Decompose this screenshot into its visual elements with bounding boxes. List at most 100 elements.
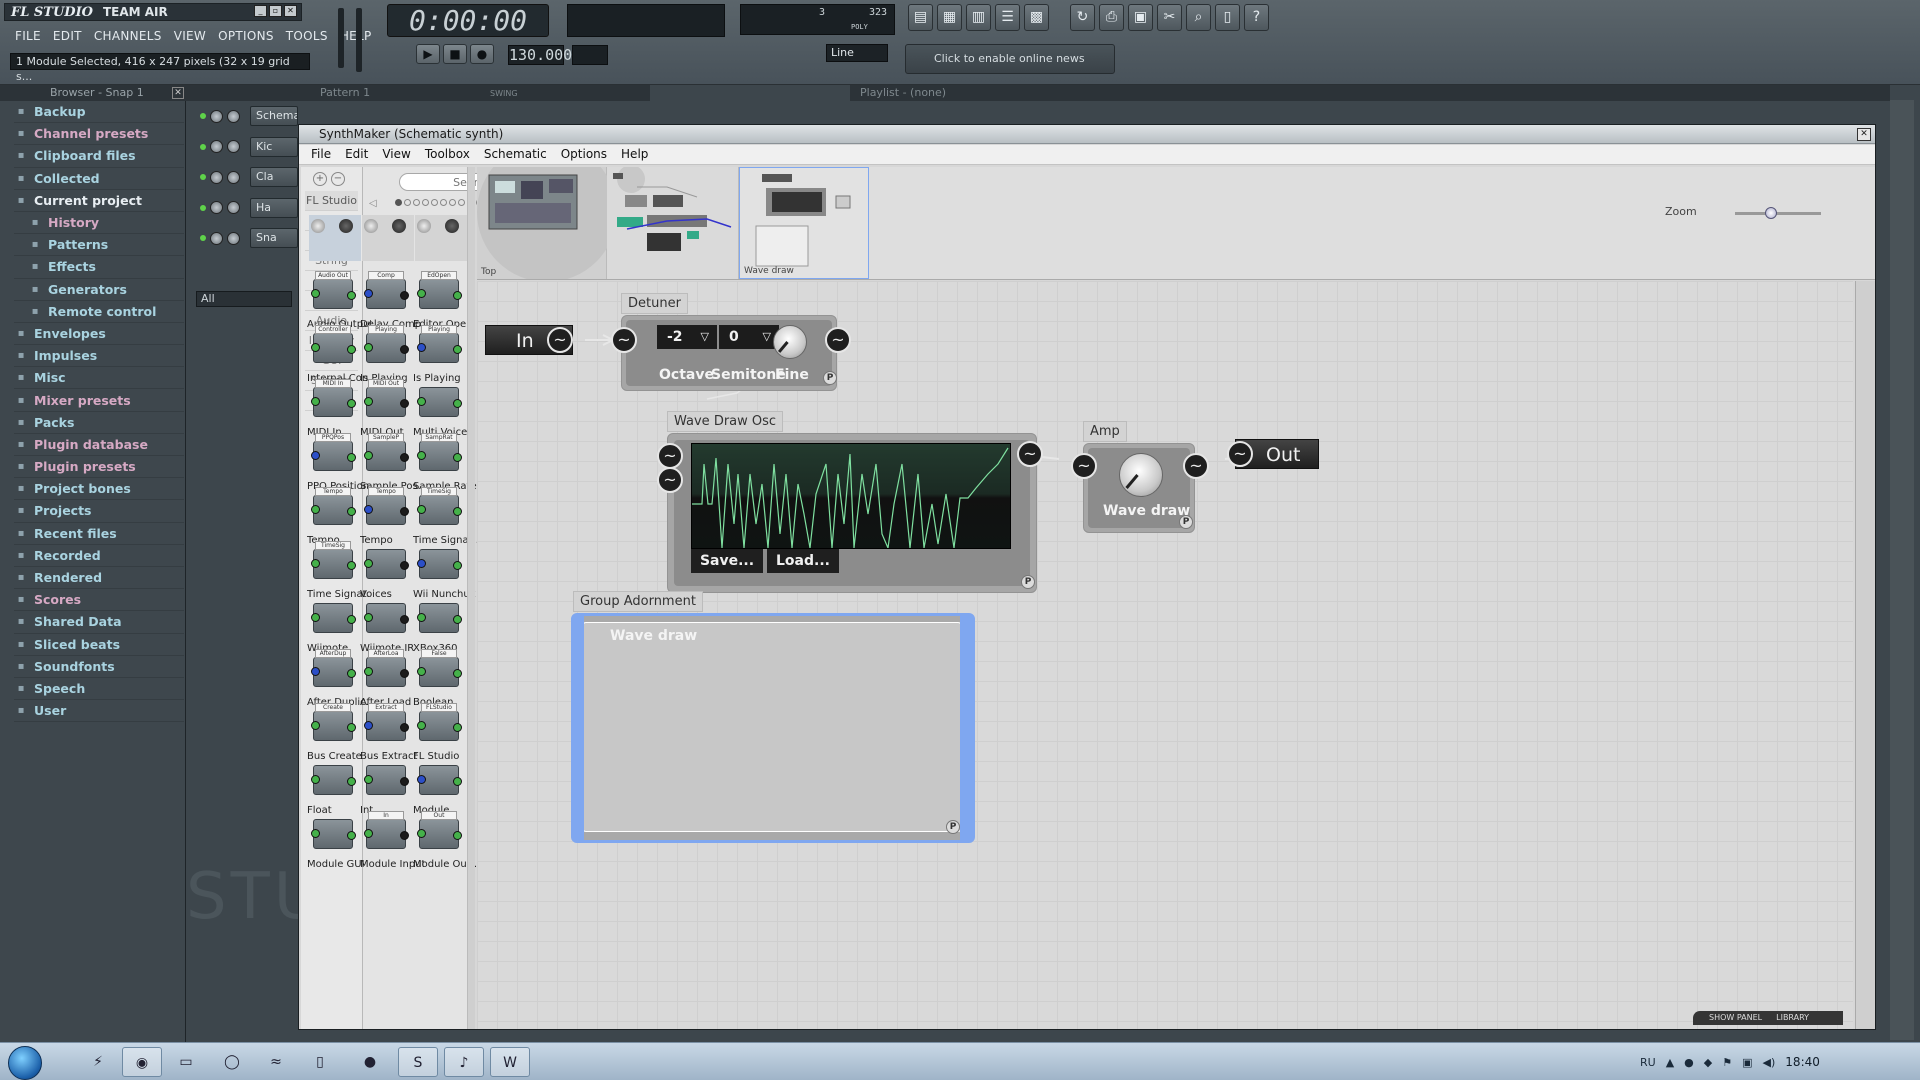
fl-restore-button[interactable]: ▫ (269, 5, 282, 17)
render-icon[interactable]: ▣ (1128, 4, 1153, 31)
tray-app-icon[interactable]: ● (1684, 1056, 1694, 1069)
channel-button[interactable]: Sna (250, 228, 298, 249)
wave-osc-input2-connector-icon[interactable]: ~ (657, 467, 683, 493)
schematic-scrollbar[interactable] (1855, 281, 1875, 1029)
browser-item[interactable]: ▪ Generators (14, 279, 184, 301)
channel-mute-led[interactable] (200, 235, 206, 242)
browser-item[interactable]: ▪ Impulses (14, 345, 184, 368)
browser-item[interactable]: ▪ Speech (14, 678, 184, 701)
wave-osc-input1-connector-icon[interactable]: ~ (657, 443, 683, 469)
menu-view[interactable]: VIEW (169, 28, 211, 44)
step-edit-toggles[interactable] (630, 45, 816, 75)
show-panel-button[interactable]: SHOW PANEL (1709, 1011, 1762, 1025)
pattern-number-display[interactable] (572, 45, 608, 65)
browser-item[interactable]: ▪ Channel presets (14, 123, 184, 146)
sm-menu-edit[interactable]: Edit (339, 145, 374, 164)
sm-menu-schematic[interactable]: Schematic (478, 145, 553, 164)
sm-menu-toolbox[interactable]: Toolbox (419, 145, 476, 164)
taskbar-app-icon-5[interactable]: ≈ (256, 1047, 296, 1077)
toolbox-scrollbar[interactable] (467, 167, 475, 1029)
browser-item[interactable]: ▪ Envelopes (14, 323, 184, 346)
toolbox-component[interactable]: Module GUI (307, 809, 365, 875)
browser-item[interactable]: ▪ Current project (14, 190, 184, 212)
tray-volume-icon[interactable]: ◀) (1763, 1056, 1776, 1069)
nav-thumb-schematic[interactable] (607, 167, 739, 279)
browser-item[interactable]: ▪ Soundfonts (14, 656, 184, 678)
out-input-connector-icon[interactable]: ~ (1227, 441, 1253, 467)
toolbox-component[interactable]: Out Module Out... (413, 809, 477, 875)
zoom-slider-thumb[interactable] (1765, 207, 1777, 219)
play-button[interactable]: ▶ (416, 44, 440, 64)
browser-item[interactable]: ▪ History (14, 212, 184, 235)
channel-button[interactable]: Ha (250, 197, 298, 218)
channel-pan-knob[interactable] (227, 170, 240, 184)
channel-volume-knob[interactable] (210, 109, 223, 123)
in-output-connector-icon[interactable]: ~ (547, 327, 573, 353)
octave-dropdown[interactable]: -2 ▽ (657, 325, 717, 349)
browser-item[interactable]: ▪ Recent files (14, 523, 184, 545)
stop-button[interactable]: ■ (443, 44, 467, 64)
channel-row[interactable]: Kic (190, 132, 300, 163)
tempo-display[interactable]: 130.000 (508, 45, 572, 65)
add-filter-icon[interactable]: + (313, 172, 327, 186)
browser-item[interactable]: ▪ Plugin presets (14, 456, 184, 479)
browser-item[interactable]: ▪ Clipboard files (14, 145, 184, 168)
start-button[interactable] (8, 1046, 42, 1080)
taskbar-opera-icon[interactable]: ◯ (212, 1047, 252, 1077)
nav-thumb-wave-draw[interactable]: Wave draw (739, 167, 869, 279)
synthmaker-title[interactable]: SynthMaker (Schematic synth) (299, 125, 1875, 144)
wave-osc-properties-icon[interactable]: P (1021, 575, 1035, 589)
browser-item[interactable]: ▪ Project bones (14, 478, 184, 501)
undo-icon[interactable]: ↻ (1070, 4, 1095, 31)
step-sequencer-icon[interactable]: ▦ (937, 4, 962, 31)
browser-item[interactable]: ▪ Rendered (14, 567, 184, 590)
browser-item[interactable]: ▪ Recorded (14, 545, 184, 567)
browser-header[interactable]: Browser - Snap 1 (0, 85, 186, 101)
tray-network-icon[interactable]: ▣ (1742, 1056, 1752, 1069)
browser-item[interactable]: ▪ Backup (14, 101, 184, 124)
project-info-icon[interactable]: ▯ (1215, 4, 1240, 31)
amp-properties-icon[interactable]: P (1179, 515, 1193, 529)
sm-menu-help[interactable]: Help (615, 145, 654, 164)
menu-edit[interactable]: EDIT (48, 28, 87, 44)
channel-volume-knob[interactable] (210, 201, 223, 215)
save-icon[interactable]: ⎙ (1099, 4, 1124, 31)
channel-button[interactable]: Schemat (250, 106, 298, 127)
tools-icon[interactable]: ✂ (1157, 4, 1182, 31)
library-button[interactable]: LIBRARY (1776, 1011, 1809, 1025)
toolbox-component[interactable]: In Module Input (360, 809, 424, 875)
wave-osc-output-connector-icon[interactable]: ~ (1017, 441, 1043, 467)
amp-wave-draw-knob[interactable] (1119, 453, 1163, 497)
taskbar-word-icon[interactable]: W (490, 1047, 530, 1077)
channel-row[interactable]: Ha (190, 193, 300, 224)
menu-options[interactable]: OPTIONS (213, 28, 279, 44)
tray-expand-icon[interactable]: ▲ (1666, 1056, 1674, 1069)
schematic-canvas[interactable]: In ~ Detuner ~ -2 ▽ 0 ▽ Octave Semitone … (477, 281, 1853, 1029)
taskbar-app-icon-2[interactable]: ◉ (122, 1047, 162, 1077)
fine-knob[interactable] (773, 325, 807, 359)
channel-volume-knob[interactable] (210, 231, 223, 245)
fl-minimize-button[interactable]: _ (254, 5, 267, 17)
main-volume-slider[interactable] (338, 8, 344, 68)
toolbox-tab[interactable]: FL Studio (305, 191, 358, 211)
browser-item[interactable]: ▪ Patterns (14, 234, 184, 257)
synthmaker-close-button[interactable]: ✕ (1857, 128, 1871, 141)
taskbar-skype-icon[interactable]: S (398, 1047, 438, 1077)
sm-menu-view[interactable]: View (376, 145, 416, 164)
channel-mute-led[interactable] (200, 113, 206, 120)
help-icon[interactable]: ? (1244, 4, 1269, 31)
search-icon[interactable]: ⌕ (1186, 4, 1211, 31)
record-button[interactable]: ● (470, 44, 494, 64)
channel-pan-knob[interactable] (227, 231, 240, 245)
channel-volume-knob[interactable] (210, 170, 223, 184)
menu-file[interactable]: FILE (10, 28, 46, 44)
browser-item[interactable]: ▪ Collected (14, 168, 184, 190)
clock[interactable]: 18:40 (1785, 1055, 1820, 1069)
main-pitch-slider[interactable] (356, 8, 362, 72)
playlist-icon[interactable]: ▤ (908, 4, 933, 31)
detuner-output-connector-icon[interactable]: ~ (825, 327, 851, 353)
channel-button[interactable]: Cla (250, 167, 298, 188)
playlist-scrollbar[interactable] (1890, 100, 1914, 1040)
channel-filter[interactable]: All (196, 291, 292, 307)
zoom-slider-track[interactable] (1735, 212, 1821, 215)
